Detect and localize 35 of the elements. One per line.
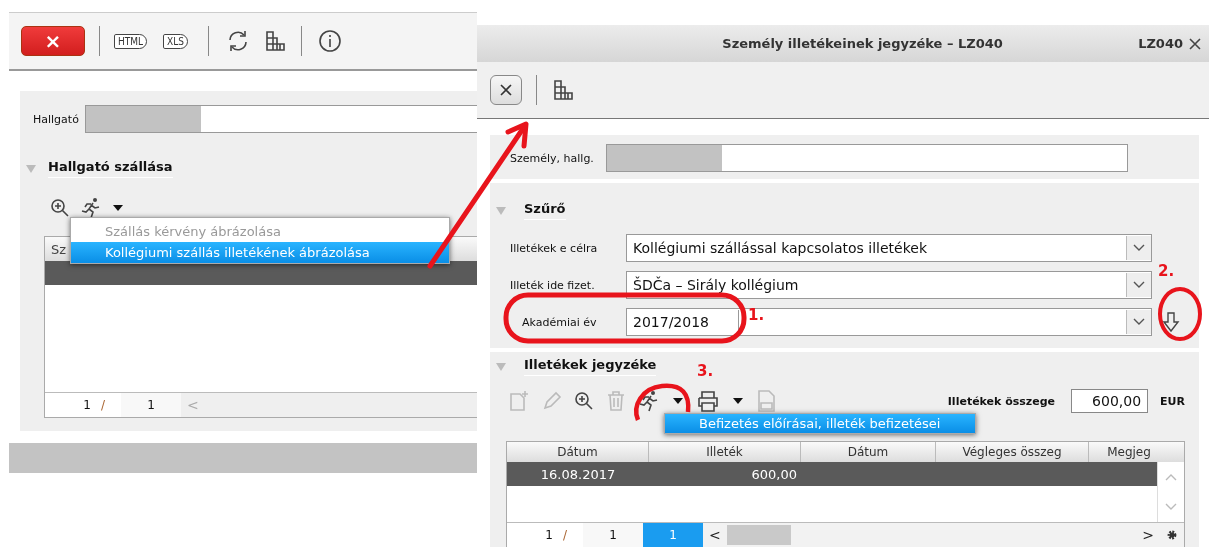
- total-label: Illetékek összege: [947, 394, 1056, 408]
- close-button[interactable]: ×: [21, 26, 85, 56]
- page-count: 1: [583, 523, 643, 547]
- step-number: 1.: [748, 306, 765, 324]
- window-title: Személy illetékeinek jegyzéke – LZ040: [721, 36, 1004, 51]
- table-row[interactable]: 16.08.2017 600,00: [507, 462, 1157, 486]
- field-label: Illetékek e célra: [510, 241, 599, 255]
- column-header[interactable]: Sz: [45, 241, 67, 257]
- currency-label: EUR: [1160, 394, 1185, 408]
- field-label: Illeték ide fizet.: [510, 278, 596, 292]
- previous-button[interactable]: <: [703, 527, 727, 543]
- column-header[interactable]: Megjeg: [1089, 442, 1169, 462]
- page-separator: /: [563, 523, 583, 547]
- section-title: Illetékek jegyzéke: [524, 357, 657, 376]
- table-cell-text: 16.08.2017: [539, 466, 617, 482]
- export-button[interactable]: XLS: [163, 33, 188, 49]
- page-count: 1: [121, 393, 181, 417]
- field-label: Akadémiai év: [521, 315, 598, 329]
- step-number: 3.: [697, 362, 714, 380]
- step-number: 2.: [1158, 262, 1175, 280]
- year-field[interactable]: 2017/2018: [627, 310, 739, 334]
- field-label: Személy, hallg.: [510, 151, 594, 165]
- page-number-field[interactable]: 1: [507, 523, 563, 547]
- section-title: Hallgató szállása: [48, 159, 173, 178]
- section-title: Szűrő: [524, 201, 566, 220]
- export-button[interactable]: HTML: [114, 33, 148, 49]
- dropdown-field[interactable]: ŠDČa – Sirály kollégium: [626, 271, 1152, 299]
- table-cell-text: 600,00: [750, 466, 798, 482]
- dropdown-field[interactable]: Kollégiumi szállással kapcsolatos illetékek: [626, 234, 1152, 262]
- field-label: Hallgató: [33, 112, 79, 126]
- window-code: LZ040: [1138, 36, 1183, 51]
- page-number-field[interactable]: 1: [45, 393, 101, 417]
- next-button[interactable]: >: [1136, 527, 1160, 543]
- page-separator: /: [101, 393, 121, 417]
- total-field: 600,00: [1071, 389, 1149, 413]
